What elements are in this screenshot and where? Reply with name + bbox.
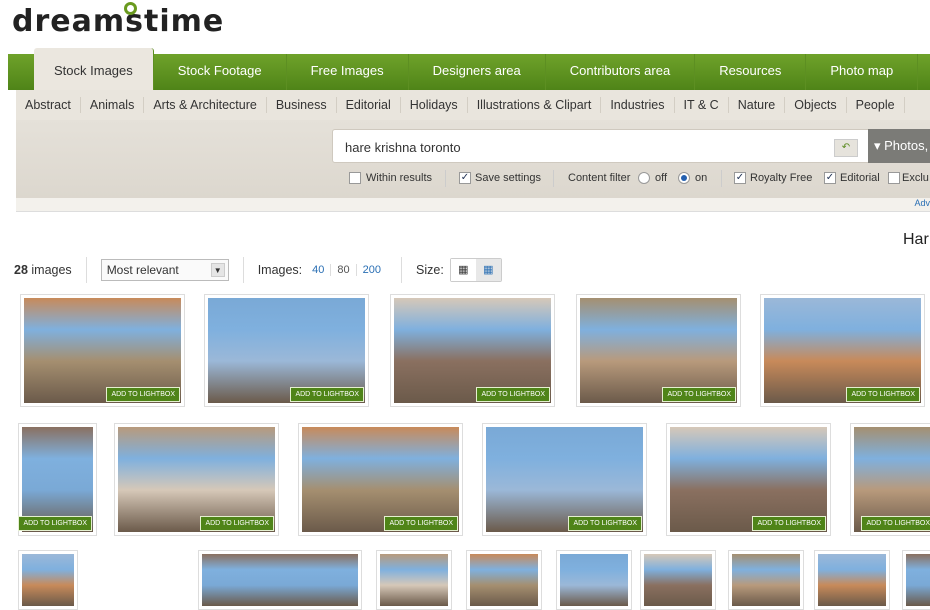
editorial-checkbox[interactable]: ✓ <box>824 172 836 184</box>
within-results-checkbox[interactable] <box>349 172 361 184</box>
photo <box>818 554 886 606</box>
add-to-lightbox-button[interactable]: ADD TO LIGHTBOX <box>846 387 920 402</box>
photo <box>560 554 628 606</box>
category-link[interactable]: IT & C <box>675 97 729 113</box>
top-nav: Stock Images Stock Footage Free Images Desi… <box>8 48 930 90</box>
nav-tab[interactable]: Free Images <box>287 54 409 90</box>
divider <box>553 170 554 187</box>
photo <box>644 554 712 606</box>
image-thumbnail[interactable] <box>18 550 78 610</box>
advanced-search-link[interactable]: Adv <box>16 198 930 212</box>
per-page-40[interactable]: 40 <box>306 264 332 276</box>
search-type-dropdown[interactable]: ▾ Photos, <box>868 129 930 163</box>
category-link[interactable]: Arts & Architecture <box>144 97 267 113</box>
photo <box>22 554 74 606</box>
dreamstime-logo[interactable]: dreamstime <box>12 2 224 39</box>
divider <box>721 170 722 187</box>
category-link[interactable]: People <box>847 97 905 113</box>
category-link[interactable]: Abstract <box>16 97 81 113</box>
image-thumbnail[interactable] <box>198 550 362 610</box>
add-to-lightbox-button[interactable]: ADD TO LIGHTBOX <box>384 516 458 531</box>
add-to-lightbox-button[interactable]: ADD TO LIGHTBOX <box>290 387 364 402</box>
add-to-lightbox-button[interactable]: ADD TO LIGHTBOX <box>18 516 92 531</box>
exclusive-checkbox[interactable] <box>888 172 900 184</box>
filter-on-radio[interactable] <box>678 172 690 184</box>
category-link[interactable]: Objects <box>785 97 847 113</box>
add-to-lightbox-button[interactable]: ADD TO LIGHTBOX <box>752 516 826 531</box>
image-thumbnail[interactable]: ADD TO LIGHTBOX <box>850 423 930 536</box>
add-to-lightbox-button[interactable]: ADD TO LIGHTBOX <box>476 387 550 402</box>
image-thumbnail[interactable]: ADD TO LIGHTBOX <box>18 423 97 536</box>
photo <box>732 554 800 606</box>
image-thumbnail[interactable]: ADD TO LIGHTBOX <box>760 294 925 407</box>
add-to-lightbox-button[interactable]: ADD TO LIGHTBOX <box>662 387 736 402</box>
image-thumbnail[interactable]: ADD TO LIGHTBOX <box>482 423 647 536</box>
category-link[interactable]: Industries <box>601 97 675 113</box>
image-thumbnail[interactable]: ADD TO LIGHTBOX <box>666 423 831 536</box>
nav-tab[interactable]: Stock Footage <box>154 54 287 90</box>
search-back-button[interactable]: ↶ <box>834 139 858 157</box>
per-page-200[interactable]: 200 <box>357 264 387 276</box>
grid-large-icon[interactable]: ▦ <box>475 259 501 281</box>
image-thumbnail[interactable]: ADD TO LIGHTBOX <box>114 423 279 536</box>
image-thumbnail[interactable] <box>376 550 452 610</box>
category-link[interactable]: Holidays <box>401 97 468 113</box>
photo <box>906 554 930 606</box>
image-thumbnail[interactable] <box>556 550 632 610</box>
category-link[interactable]: Business <box>267 97 337 113</box>
save-settings-checkbox[interactable]: ✓ <box>459 172 471 184</box>
nav-tab[interactable]: Resources <box>695 54 807 90</box>
nav-tab[interactable]: Photo map <box>806 54 919 90</box>
image-thumbnail[interactable]: ADD TO LIGHTBOX <box>298 423 463 536</box>
category-link[interactable]: Illustrations & Clipart <box>468 97 602 113</box>
image-thumbnail[interactable]: ADD TO LIGHTBOX <box>390 294 555 407</box>
image-thumbnail[interactable] <box>466 550 542 610</box>
category-nav: Abstract Animals Arts & Architecture Busine… <box>16 90 930 120</box>
page-heading: Har <box>903 231 929 248</box>
image-thumbnail[interactable] <box>814 550 890 610</box>
royalty-free-checkbox[interactable]: ✓ <box>734 172 746 184</box>
add-to-lightbox-button[interactable]: ADD TO LIGHTBOX <box>200 516 274 531</box>
photo <box>380 554 448 606</box>
filter-off-radio[interactable] <box>638 172 650 184</box>
nav-tab[interactable]: Stock Images <box>34 48 154 90</box>
image-thumbnail[interactable] <box>902 550 930 610</box>
swirl-icon <box>124 2 137 15</box>
image-thumbnail[interactable]: ADD TO LIGHTBOX <box>576 294 741 407</box>
add-to-lightbox-button[interactable]: ADD TO LIGHTBOX <box>106 387 180 402</box>
search-panel: hare krishna toronto ↶ ▾ Photos, Within … <box>16 120 930 198</box>
category-link[interactable]: Nature <box>729 97 786 113</box>
category-link[interactable]: Editorial <box>337 97 401 113</box>
sort-select[interactable]: Most relevant ▼ <box>100 259 229 281</box>
divider <box>445 170 446 187</box>
image-thumbnail[interactable]: ADD TO LIGHTBOX <box>204 294 369 407</box>
image-thumbnail[interactable]: ADD TO LIGHTBOX <box>20 294 185 407</box>
chevron-down-icon: ▼ <box>210 263 225 277</box>
results-toolbar: 28 images Most relevant ▼ Images: 40 80 2… <box>14 257 502 283</box>
grid-small-icon[interactable]: ▦ <box>450 259 476 281</box>
add-to-lightbox-button[interactable]: ADD TO LIGHTBOX <box>568 516 642 531</box>
search-input[interactable]: hare krishna toronto <box>332 129 872 163</box>
image-thumbnail[interactable] <box>728 550 804 610</box>
category-link[interactable]: Animals <box>81 97 145 113</box>
nav-tab[interactable]: Designers area <box>409 54 546 90</box>
add-to-lightbox-button[interactable]: ADD TO LIGHTBOX <box>861 516 930 531</box>
photo <box>202 554 358 606</box>
photo <box>470 554 538 606</box>
image-thumbnail[interactable] <box>640 550 716 610</box>
per-page-80[interactable]: 80 <box>331 264 357 276</box>
nav-tab[interactable]: Contributors area <box>546 54 696 90</box>
